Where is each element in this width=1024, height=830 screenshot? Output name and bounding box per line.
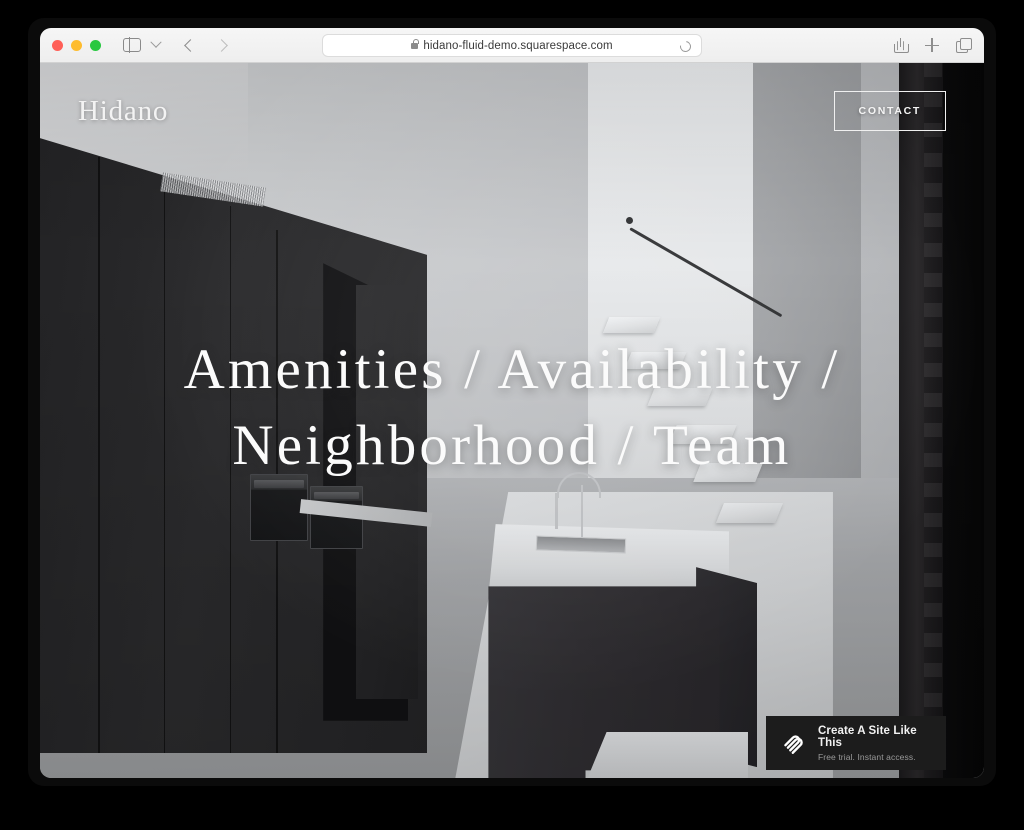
page-viewport: Hidano CONTACT Amenities / Availability … [40, 63, 984, 778]
toolbar-right-controls [894, 28, 972, 63]
headline-line-2[interactable]: Neighborhood / Team [232, 408, 791, 483]
address-bar-content: hidano-fluid-demo.squarespace.com [411, 38, 613, 52]
close-window-button[interactable] [52, 39, 63, 51]
badge-title: Create A Site Like This [818, 724, 917, 749]
site-logo[interactable]: Hidano [78, 95, 168, 128]
sidebar-toggle-icon[interactable] [123, 37, 141, 53]
toolbar-left-controls [101, 36, 228, 53]
minimize-window-button[interactable] [71, 39, 82, 51]
desktop-backdrop: hidano-fluid-demo.squarespace.com Hidano… [0, 0, 1024, 830]
tabs-overview-icon[interactable] [956, 38, 972, 53]
badge-text-block: Create A Site Like This Free trial. Inst… [818, 725, 932, 762]
contact-button[interactable]: CONTACT [833, 91, 946, 131]
zoom-window-button[interactable] [90, 39, 101, 51]
lock-icon [411, 38, 419, 49]
chevron-down-icon[interactable] [150, 36, 162, 48]
hero-headline: Amenities / Availability / Neighborhood … [40, 63, 984, 778]
reload-icon[interactable] [677, 38, 694, 55]
forward-arrow-icon[interactable] [215, 38, 228, 52]
plus-icon[interactable] [925, 38, 939, 53]
browser-toolbar: hidano-fluid-demo.squarespace.com [40, 28, 984, 63]
back-arrow-icon[interactable] [184, 38, 197, 52]
url-text: hidano-fluid-demo.squarespace.com [423, 39, 613, 52]
address-bar[interactable]: hidano-fluid-demo.squarespace.com [322, 34, 702, 57]
squarespace-logo-icon [784, 735, 803, 754]
traffic-lights [52, 39, 101, 51]
site-header: Hidano CONTACT [40, 63, 984, 159]
share-icon[interactable] [894, 38, 909, 53]
browser-window: hidano-fluid-demo.squarespace.com Hidano… [40, 28, 984, 778]
headline-line-1[interactable]: Amenities / Availability / [184, 332, 841, 407]
squarespace-promo-badge[interactable]: Create A Site Like This Free trial. Inst… [766, 716, 946, 770]
badge-subtitle: Free trial. Instant access. [818, 751, 916, 762]
